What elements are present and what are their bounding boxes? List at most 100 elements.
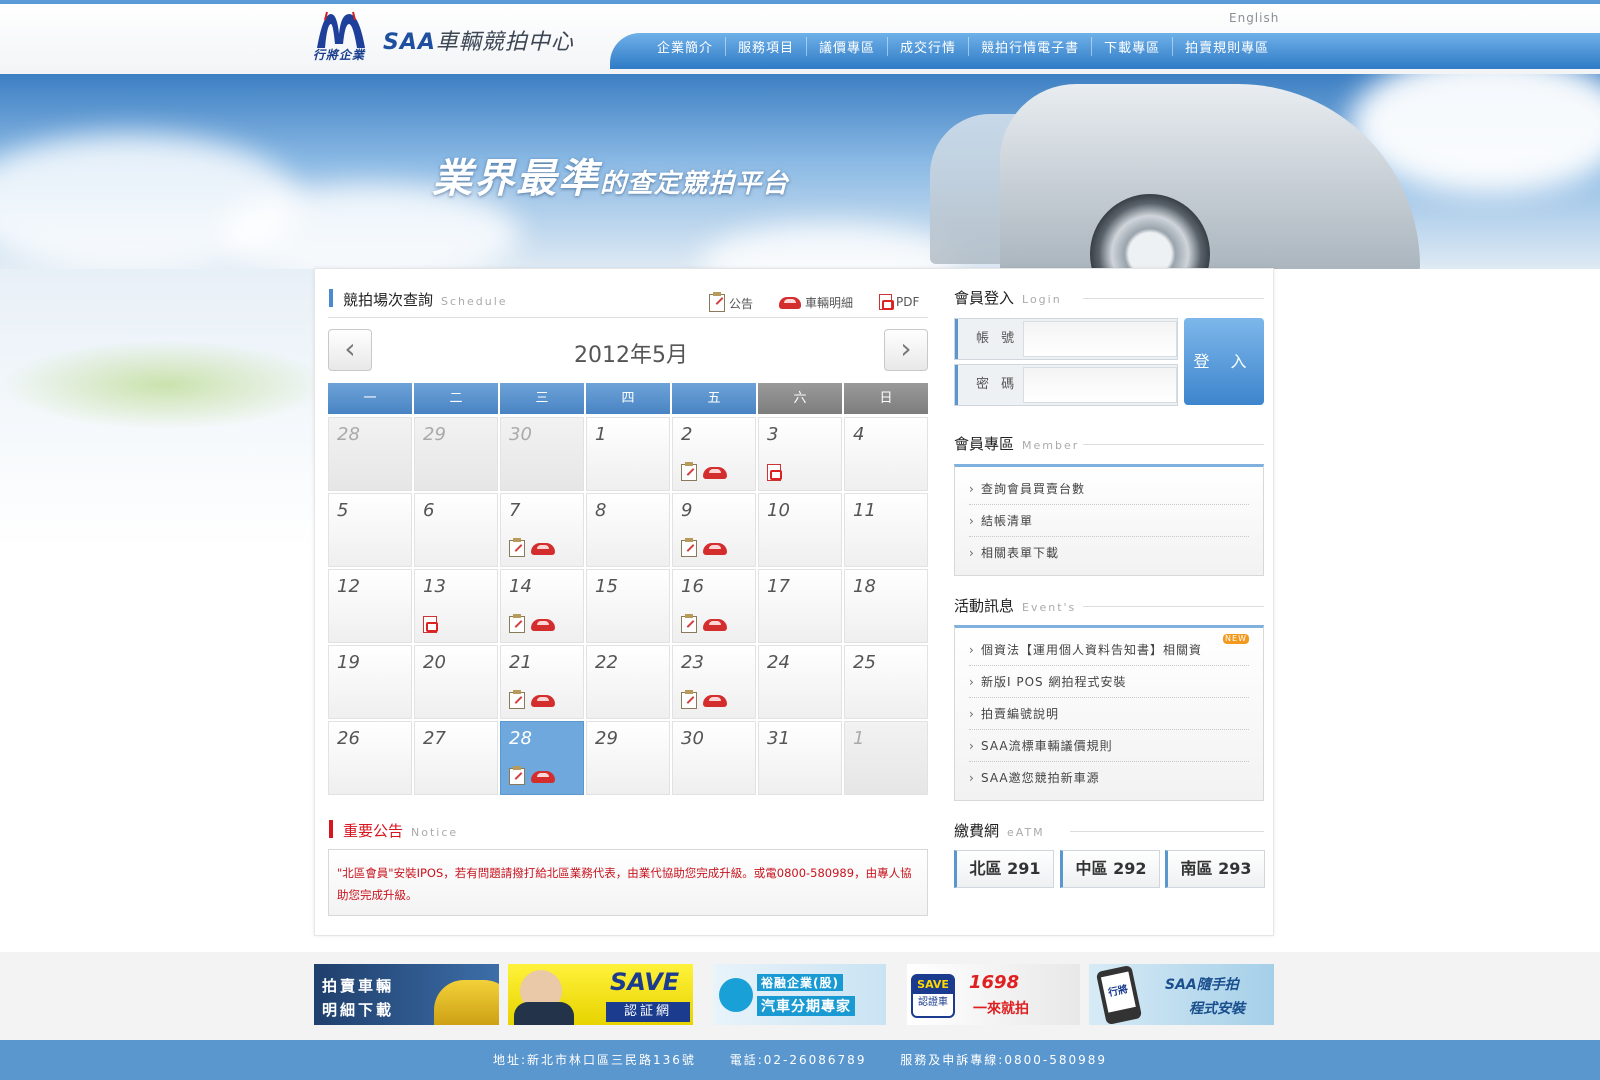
english-link[interactable]: English: [1229, 11, 1279, 25]
calendar-day[interactable]: 2: [672, 417, 756, 491]
nav-deals[interactable]: 成交行情: [887, 36, 968, 56]
divider: [1083, 606, 1264, 607]
cloud: [700, 224, 960, 269]
legend-pdf-label: PDF: [896, 295, 920, 309]
calendar-day[interactable]: 15: [586, 569, 670, 643]
calendar-day[interactable]: 29: [414, 417, 498, 491]
banner5-line2: 程式安裝: [1189, 1001, 1245, 1017]
main-nav: 企業簡介 服務項目 議價專區 成交行情 競拍行情電子書 下載專區 拍賣規則專區: [645, 33, 1281, 59]
event-item-new-cars[interactable]: › SAA邀您競拍新車源: [969, 762, 1249, 794]
calendar-day[interactable]: 27: [414, 721, 498, 795]
eatm-central-button[interactable]: 中區 292: [1060, 850, 1160, 888]
calendar-day[interactable]: 7: [500, 493, 584, 567]
calendar-day[interactable]: 22: [586, 645, 670, 719]
calendar-day[interactable]: 23: [672, 645, 756, 719]
calendar-day[interactable]: 28: [328, 417, 412, 491]
day-number: 8: [595, 500, 607, 521]
calendar-day[interactable]: 21: [500, 645, 584, 719]
notice-icon[interactable]: [681, 690, 697, 709]
member-item-checkout[interactable]: › 結帳清單: [969, 505, 1249, 537]
calendar-day[interactable]: 12: [328, 569, 412, 643]
banner-1698[interactable]: SAVE 認證車 1698 一來就拍: [907, 964, 1080, 1025]
calendar-day[interactable]: 13: [414, 569, 498, 643]
legend-notice: 公告: [709, 292, 753, 312]
car-icon[interactable]: [531, 542, 555, 555]
calendar-day[interactable]: 26: [328, 721, 412, 795]
notice-icon[interactable]: [681, 538, 697, 557]
calendar-day[interactable]: 19: [328, 645, 412, 719]
banner4-slogan: 一來就拍: [973, 1001, 1029, 1017]
notice-icon[interactable]: [509, 690, 525, 709]
calendar-day[interactable]: 1: [844, 721, 928, 795]
chevron-right-icon: ›: [969, 482, 975, 496]
notice-icon[interactable]: [509, 538, 525, 557]
banner-yulon-finance[interactable]: 裕融企業(股) 汽車分期專家: [713, 964, 886, 1025]
day-icons: [509, 614, 555, 633]
login-button[interactable]: 登 入: [1184, 318, 1264, 405]
event-item-bargain-rules[interactable]: › SAA流標車輛議價規則: [969, 730, 1249, 762]
notice-icon[interactable]: [681, 462, 697, 481]
event-item-auction-number[interactable]: › 拍賣編號說明: [969, 698, 1249, 730]
notice-icon[interactable]: [681, 614, 697, 633]
car-icon: [779, 296, 801, 309]
car-icon[interactable]: [531, 770, 555, 783]
pdf-icon[interactable]: [767, 464, 782, 481]
calendar-day[interactable]: 17: [758, 569, 842, 643]
calendar-day[interactable]: 18: [844, 569, 928, 643]
member-item-sales-count[interactable]: › 查詢會員買賣台數: [969, 473, 1249, 505]
banner-vehicle-list[interactable]: 拍賣車輛 明細下載: [314, 964, 499, 1025]
pdf-icon[interactable]: [423, 616, 438, 633]
car-icon[interactable]: [531, 618, 555, 631]
day-number: 26: [337, 728, 360, 749]
calendar-day[interactable]: 31: [758, 721, 842, 795]
calendar-day[interactable]: 5: [328, 493, 412, 567]
banner-save-cert[interactable]: SAVE 認証網: [508, 964, 693, 1025]
notice-icon[interactable]: [509, 766, 525, 785]
calendar-day[interactable]: 30: [672, 721, 756, 795]
calendar-day[interactable]: 16: [672, 569, 756, 643]
member-item-label: 查詢會員買賣台數: [981, 482, 1086, 496]
nav-bargain[interactable]: 議價專區: [806, 36, 887, 56]
calendar-day[interactable]: 20: [414, 645, 498, 719]
eatm-south-button[interactable]: 南區 293: [1165, 850, 1265, 888]
calendar-day[interactable]: 8: [586, 493, 670, 567]
car-icon[interactable]: [703, 542, 727, 555]
car-icon[interactable]: [703, 618, 727, 631]
nav-rules[interactable]: 拍賣規則專區: [1172, 36, 1281, 56]
day-number: 9: [681, 500, 693, 521]
banner-saa-app[interactable]: 行將 SAA隨手拍 程式安裝: [1089, 964, 1274, 1025]
member-item-forms[interactable]: › 相關表單下載: [969, 537, 1249, 569]
calendar-day[interactable]: 1: [586, 417, 670, 491]
nav-services[interactable]: 服務項目: [725, 36, 806, 56]
notice-icon[interactable]: [509, 614, 525, 633]
day-number: 27: [423, 728, 446, 749]
eatm-north-button[interactable]: 北區 291: [954, 850, 1054, 888]
nav-about[interactable]: 企業簡介: [645, 37, 725, 56]
calendar-day[interactable]: 11: [844, 493, 928, 567]
event-item-privacy[interactable]: › 個資法【運用個人資料告知書】相關資 NEW: [969, 634, 1249, 666]
prev-month-button[interactable]: ‹: [328, 329, 372, 371]
calendar-day[interactable]: 9: [672, 493, 756, 567]
next-month-button[interactable]: ›: [884, 329, 928, 371]
calendar-day[interactable]: 29: [586, 721, 670, 795]
day-number: 29: [423, 424, 446, 445]
calendar-day[interactable]: 14: [500, 569, 584, 643]
calendar-day[interactable]: 3: [758, 417, 842, 491]
nav-download[interactable]: 下載專區: [1091, 36, 1172, 56]
calendar-day[interactable]: 25: [844, 645, 928, 719]
password-input[interactable]: [1023, 367, 1177, 403]
calendar-day[interactable]: 6: [414, 493, 498, 567]
calendar-day[interactable]: 10: [758, 493, 842, 567]
car-icon[interactable]: [703, 694, 727, 707]
car-icon[interactable]: [703, 466, 727, 479]
event-item-ipos[interactable]: › 新版I POS 網拍程式安裝: [969, 666, 1249, 698]
calendar-day[interactable]: 4: [844, 417, 928, 491]
calendar-day[interactable]: 24: [758, 645, 842, 719]
car-image: [434, 980, 499, 1025]
calendar-day[interactable]: 30: [500, 417, 584, 491]
account-input[interactable]: [1023, 321, 1177, 357]
calendar-day-today[interactable]: 28: [500, 721, 584, 795]
car-icon[interactable]: [531, 694, 555, 707]
nav-ebook[interactable]: 競拍行情電子書: [968, 36, 1091, 56]
site-title[interactable]: SAA車輛競拍中心: [383, 24, 574, 56]
